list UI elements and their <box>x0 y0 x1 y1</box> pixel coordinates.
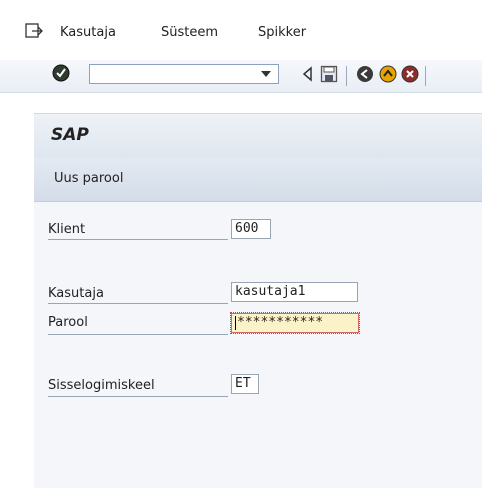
password-label: Parool <box>48 315 88 330</box>
language-field[interactable]: ET <box>231 374 259 394</box>
sap-brand-bar: SAP <box>34 113 482 158</box>
back-icon[interactable] <box>356 65 374 83</box>
command-dropdown-icon[interactable] <box>255 65 277 83</box>
exit-icon[interactable] <box>379 65 397 83</box>
label-underline <box>48 334 228 335</box>
save-icon[interactable] <box>320 65 338 83</box>
label-underline <box>48 239 228 240</box>
command-field[interactable] <box>89 64 279 84</box>
password-mask: *********** <box>237 315 324 330</box>
login-form-area <box>34 202 482 488</box>
label-underline <box>48 396 228 397</box>
toolbar-separator <box>425 66 426 86</box>
client-field[interactable]: 600 <box>231 219 271 239</box>
exit-menu-icon[interactable] <box>25 23 43 39</box>
toolbar-separator <box>346 66 347 86</box>
cancel-icon[interactable] <box>401 65 419 83</box>
menu-kasutaja[interactable]: Kasutaja <box>60 25 116 40</box>
text-caret <box>235 315 236 330</box>
menu-bar: Kasutaja Süsteem Spikker <box>0 0 482 60</box>
screen-title-bar: Uus parool <box>34 158 482 202</box>
enter-checkmark-icon[interactable] <box>52 64 70 82</box>
history-back-arrow-icon[interactable] <box>301 66 319 84</box>
language-label: Sisselogimiskeel <box>48 378 155 393</box>
client-label: Klient <box>48 222 86 237</box>
sap-logo-text: SAP <box>51 125 89 145</box>
username-field[interactable]: kasutaja1 <box>231 282 358 302</box>
user-label: Kasutaja <box>48 286 104 301</box>
menu-spikker[interactable]: Spikker <box>258 25 306 40</box>
password-field[interactable]: *********** <box>230 312 360 334</box>
page-title: Uus parool <box>54 171 124 186</box>
label-underline <box>48 303 228 304</box>
menu-systeem[interactable]: Süsteem <box>161 25 218 40</box>
